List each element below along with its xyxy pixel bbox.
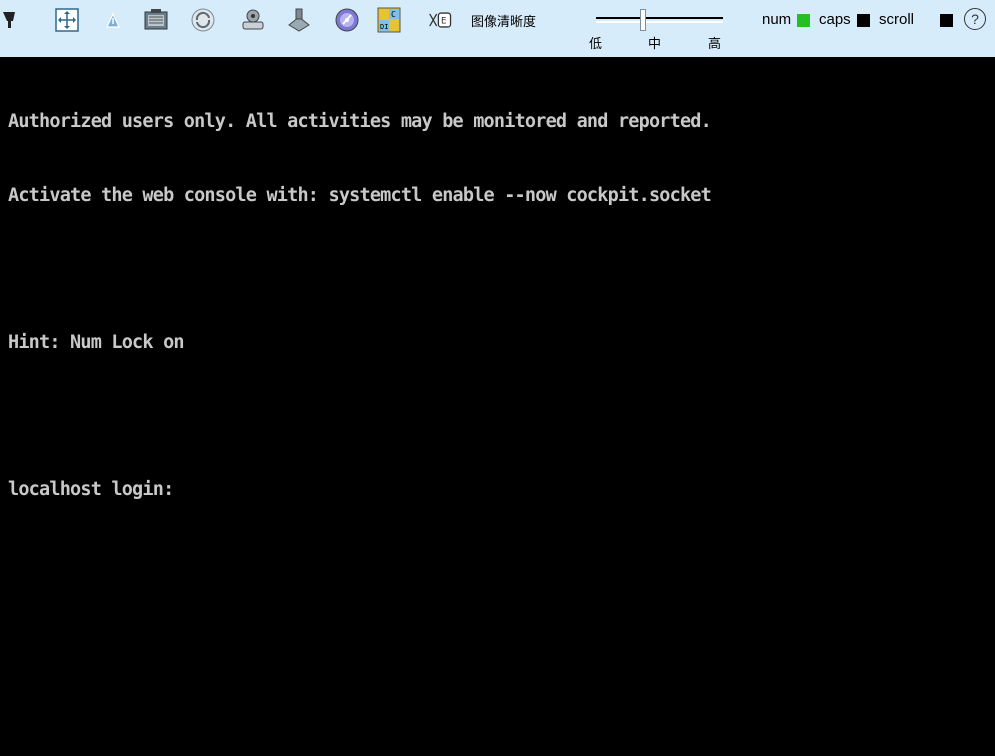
num-lock-indicator [797,14,810,27]
screenshot-icon[interactable] [143,7,169,33]
num-lock-label: num [762,11,792,28]
cd-rom-icon[interactable] [334,7,360,33]
mouse-pointer-icon[interactable] [100,7,126,33]
refresh-icon[interactable] [190,7,216,33]
caps-lock-indicator [857,14,870,27]
help-icon[interactable]: ? [964,8,986,30]
slider-thumb[interactable] [640,9,646,31]
move-icon[interactable] [54,7,80,33]
svg-text:E: E [441,16,446,26]
caps-lock-label: caps [819,11,851,28]
slider-tick-mid: 中 [648,37,662,52]
svg-text:C: C [391,10,396,19]
scroll-lock-label: scroll [879,11,915,28]
slider-tick-low: 低 [589,37,603,52]
usb-drive-icon[interactable] [240,7,266,33]
svg-text:DI: DI [380,23,388,31]
slider-track-highlight [596,21,723,23]
image-quality-label: 图像清晰度 [471,15,537,30]
console-line: Hint: Num Lock on [8,331,185,353]
terminal-console[interactable]: Authorized users only. All activities ma… [8,61,988,751]
slider-track [596,17,723,19]
slider-tick-high: 高 [708,37,722,52]
keyboard-mapping-icon[interactable]: E [428,7,454,33]
console-line: Authorized users only. All activities ma… [8,111,712,132]
floppy-icon[interactable] [286,7,312,33]
binary-ascii-icon[interactable]: C DI [376,7,402,33]
scroll-lock-indicator [940,14,953,27]
console-line: Activate the web console with: systemctl… [8,184,712,206]
cursor-icon[interactable] [0,7,23,33]
help-glyph: ? [971,11,979,27]
kvm-toolbar: C DI E 图像清晰度 低 中 高 num caps scroll ? [0,0,995,57]
image-quality-slider[interactable] [596,9,723,32]
login-prompt: localhost login: [8,478,174,500]
